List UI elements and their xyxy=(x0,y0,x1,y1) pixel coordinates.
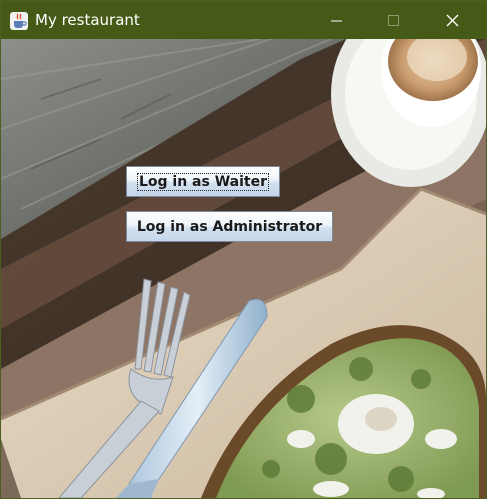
minimize-button[interactable] xyxy=(313,1,359,39)
close-icon xyxy=(446,14,459,27)
title-bar[interactable]: My restaurant xyxy=(1,1,486,39)
content-panel: Log in as Waiter Log in as Administrator xyxy=(1,39,486,498)
minimize-icon xyxy=(331,20,342,22)
java-cup-icon xyxy=(10,12,28,30)
maximize-button[interactable] xyxy=(370,1,416,39)
login-waiter-button[interactable]: Log in as Waiter xyxy=(126,166,280,197)
app-window: My restaurant Log in as Waiter Log in as… xyxy=(0,0,487,499)
login-administrator-label: Log in as Administrator xyxy=(136,218,323,235)
close-button[interactable] xyxy=(429,1,475,39)
window-title: My restaurant xyxy=(35,11,140,29)
login-administrator-button[interactable]: Log in as Administrator xyxy=(126,211,333,242)
login-waiter-label: Log in as Waiter xyxy=(136,172,270,191)
maximize-icon xyxy=(388,15,399,26)
background-photo xyxy=(1,39,486,498)
